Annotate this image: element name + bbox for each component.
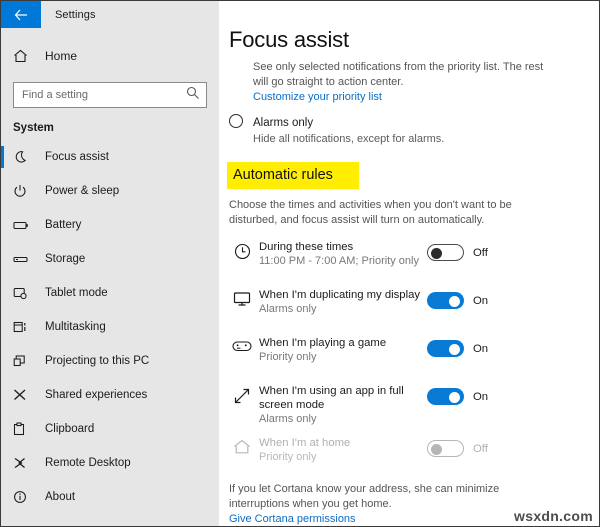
sidebar-item-label: Shared experiences	[45, 389, 148, 401]
sidebar-item-label: Projecting to this PC	[45, 355, 150, 367]
rule-toggle-state: On	[473, 342, 489, 355]
rule-toggle-state: Off	[473, 246, 488, 259]
sidebar-item-remote-desktop[interactable]: Remote Desktop	[1, 446, 219, 480]
rule-sub: Priority only	[259, 351, 317, 363]
customize-priority-list-link[interactable]: Customize your priority list	[229, 91, 579, 103]
sidebar: Settings Home System	[1, 1, 219, 526]
shared-experiences-icon	[13, 388, 35, 402]
sidebar-item-storage[interactable]: Storage	[1, 242, 219, 276]
back-arrow-icon	[14, 9, 27, 20]
sidebar-item-projecting-to-this-pc[interactable]: Projecting to this PC	[1, 344, 219, 378]
rule-toggle[interactable]	[427, 292, 464, 309]
power-icon	[13, 184, 35, 198]
rule-name: When I'm duplicating my display	[259, 289, 421, 301]
home-icon	[13, 49, 35, 63]
rule-toggle-state: Off	[473, 442, 488, 455]
sidebar-item-about[interactable]: About	[1, 480, 219, 514]
sidebar-item-battery[interactable]: Battery	[1, 208, 219, 242]
search-input[interactable]	[22, 83, 186, 107]
home-outline-icon	[229, 436, 255, 455]
rule-name: When I'm at home	[259, 437, 351, 449]
rule-name: When I'm using an app in full screen mod…	[259, 385, 404, 411]
sidebar-item-label: Clipboard	[45, 423, 95, 435]
rule-row: When I'm playing a game Priority only On	[229, 336, 579, 374]
automatic-rules-list: During these times 11:00 PM - 7:00 AM; P…	[229, 240, 579, 474]
sidebar-item-home[interactable]: Home	[1, 36, 219, 76]
rule-toggle[interactable]	[427, 388, 464, 405]
alarms-only-option[interactable]: Alarms only Hide all notifications, exce…	[229, 113, 579, 145]
sidebar-item-tablet-mode[interactable]: Tablet mode	[1, 276, 219, 310]
sidebar-item-label: Remote Desktop	[45, 457, 131, 469]
sidebar-section-header: System	[13, 122, 54, 134]
rule-row: During these times 11:00 PM - 7:00 AM; P…	[229, 240, 579, 278]
sidebar-item-shared-experiences[interactable]: Shared experiences	[1, 378, 219, 412]
sidebar-item-label: Power & sleep	[45, 185, 120, 197]
rule-toggle-state: On	[473, 390, 489, 403]
automatic-rules-heading: Automatic rules	[227, 162, 359, 189]
rule-row: When I'm at home Priority only Off	[229, 436, 579, 474]
storage-icon	[13, 253, 35, 265]
rule-sub: 11:00 PM - 7:00 AM; Priority only	[259, 255, 419, 267]
alarms-only-sublabel: Hide all notifications, except for alarm…	[253, 133, 445, 145]
rule-name: When I'm playing a game	[259, 337, 387, 349]
battery-icon	[13, 219, 35, 231]
cortana-note: If you let Cortana know your address, sh…	[229, 483, 500, 510]
alarms-only-label: Alarms only	[253, 117, 314, 129]
moon-icon	[13, 150, 35, 164]
automatic-rules-description: Choose the times and activities when you…	[229, 199, 512, 226]
rule-toggle	[427, 440, 464, 457]
window-title: Settings	[55, 8, 96, 21]
sidebar-item-power-sleep[interactable]: Power & sleep	[1, 174, 219, 208]
clock-icon	[229, 240, 255, 260]
fullscreen-arrows-icon	[229, 384, 255, 405]
sidebar-item-label-home: Home	[45, 49, 78, 63]
rule-toggle-state: On	[473, 294, 489, 307]
clipboard-icon	[13, 422, 35, 436]
rule-toggle[interactable]	[427, 244, 464, 261]
rule-sub: Alarms only	[259, 303, 317, 315]
tablet-icon	[13, 286, 35, 300]
remote-desktop-icon	[13, 456, 35, 470]
watermark: wsxdn.com	[514, 508, 593, 524]
sidebar-item-label: Focus assist	[45, 151, 109, 163]
sidebar-item-clipboard[interactable]: Clipboard	[1, 412, 219, 446]
search-box[interactable]	[13, 82, 207, 108]
settings-window: Settings Home System	[0, 0, 600, 527]
page-title: Focus assist	[229, 27, 349, 52]
sidebar-item-label: About	[45, 491, 76, 503]
page-description: See only selected notifications from the…	[253, 61, 544, 88]
sidebar-item-label: Battery	[45, 219, 82, 231]
alarms-only-radio[interactable]	[229, 114, 243, 128]
gamepad-icon	[229, 336, 255, 353]
sidebar-item-label: Tablet mode	[45, 287, 108, 299]
rule-sub: Alarms only	[259, 413, 317, 425]
monitor-icon	[229, 288, 255, 307]
rule-row: When I'm duplicating my display Alarms o…	[229, 288, 579, 326]
sidebar-item-label: Multitasking	[45, 321, 106, 333]
sidebar-item-label: Storage	[45, 253, 86, 265]
search-icon[interactable]	[186, 86, 200, 105]
rule-sub: Priority only	[259, 451, 317, 463]
sidebar-item-focus-assist[interactable]: Focus assist	[1, 140, 219, 174]
main-content: Focus assist See only selected notificat…	[219, 1, 599, 526]
search-container	[1, 76, 219, 108]
info-icon	[13, 490, 35, 504]
projecting-icon	[13, 354, 35, 368]
back-button[interactable]	[1, 1, 41, 28]
multitasking-icon	[13, 320, 35, 334]
rule-row: When I'm using an app in full screen mod…	[229, 384, 579, 426]
title-bar: Settings	[1, 1, 219, 28]
sidebar-item-multitasking[interactable]: Multitasking	[1, 310, 219, 344]
rule-name: During these times	[259, 241, 354, 253]
rule-toggle[interactable]	[427, 340, 464, 357]
